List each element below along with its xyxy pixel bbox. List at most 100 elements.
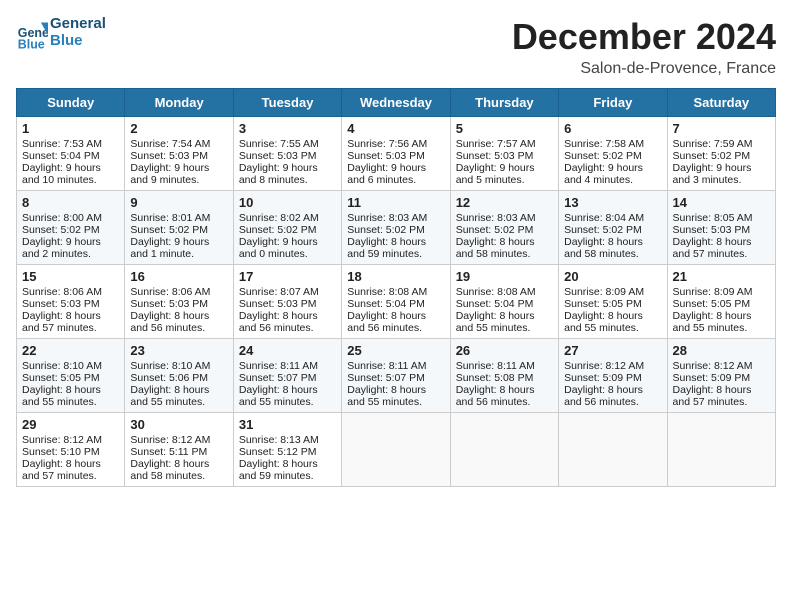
logo-blue: Blue [50,33,106,50]
sunset-text: Sunset: 5:09 PM [564,372,642,384]
daylight-text: Daylight: 8 hours and 58 minutes. [456,236,535,260]
sunset-text: Sunset: 5:03 PM [239,298,317,310]
sunset-text: Sunset: 5:02 PM [22,224,100,236]
day-number: 14 [673,195,770,210]
sunrise-text: Sunrise: 8:12 AM [673,360,753,372]
daylight-text: Daylight: 8 hours and 56 minutes. [239,310,318,334]
day-number: 24 [239,343,336,358]
day-number: 27 [564,343,661,358]
daylight-text: Daylight: 9 hours and 9 minutes. [130,162,209,186]
sunrise-text: Sunrise: 7:56 AM [347,138,427,150]
day-number: 5 [456,121,553,136]
calendar-day-cell: 30Sunrise: 8:12 AMSunset: 5:11 PMDayligh… [125,413,233,487]
sunset-text: Sunset: 5:02 PM [347,224,425,236]
calendar-day-cell: 15Sunrise: 8:06 AMSunset: 5:03 PMDayligh… [17,265,125,339]
sunrise-text: Sunrise: 8:06 AM [130,286,210,298]
daylight-text: Daylight: 8 hours and 58 minutes. [130,458,209,482]
sunrise-text: Sunrise: 7:58 AM [564,138,644,150]
day-number: 17 [239,269,336,284]
calendar-day-cell: 25Sunrise: 8:11 AMSunset: 5:07 PMDayligh… [342,339,450,413]
calendar-day-cell: 14Sunrise: 8:05 AMSunset: 5:03 PMDayligh… [667,191,775,265]
sunrise-text: Sunrise: 8:11 AM [239,360,318,372]
day-number: 9 [130,195,227,210]
sunset-text: Sunset: 5:03 PM [130,298,208,310]
sunset-text: Sunset: 5:05 PM [673,298,751,310]
calendar-table: SundayMondayTuesdayWednesdayThursdayFrid… [16,88,776,487]
calendar-day-cell: 26Sunrise: 8:11 AMSunset: 5:08 PMDayligh… [450,339,558,413]
daylight-text: Daylight: 8 hours and 55 minutes. [673,310,752,334]
calendar-subtitle: Salon-de-Provence, France [512,60,776,78]
sunset-text: Sunset: 5:03 PM [130,150,208,162]
sunset-text: Sunset: 5:03 PM [456,150,534,162]
calendar-day-cell: 12Sunrise: 8:03 AMSunset: 5:02 PMDayligh… [450,191,558,265]
calendar-day-cell: 1Sunrise: 7:53 AMSunset: 5:04 PMDaylight… [17,117,125,191]
calendar-week-row: 1Sunrise: 7:53 AMSunset: 5:04 PMDaylight… [17,117,776,191]
calendar-day-cell: 16Sunrise: 8:06 AMSunset: 5:03 PMDayligh… [125,265,233,339]
day-of-week-header: Friday [559,89,667,117]
calendar-day-cell: 7 Sunrise: 7:59 AMSunset: 5:02 PMDaylight… [667,117,775,191]
sunset-text: Sunset: 5:02 PM [564,150,642,162]
calendar-week-row: 15Sunrise: 8:06 AMSunset: 5:03 PMDayligh… [17,265,776,339]
calendar-day-cell: 6Sunrise: 7:58 AMSunset: 5:02 PMDaylight… [559,117,667,191]
day-number: 8 [22,195,119,210]
calendar-day-cell: 21Sunrise: 8:09 AMSunset: 5:05 PMDayligh… [667,265,775,339]
day-number: 19 [456,269,553,284]
calendar-week-row: 29Sunrise: 8:12 AMSunset: 5:10 PMDayligh… [17,413,776,487]
day-of-week-header: Sunday [17,89,125,117]
calendar-body: 1Sunrise: 7:53 AMSunset: 5:04 PMDaylight… [17,117,776,487]
svg-text:Blue: Blue [18,37,45,51]
sunrise-text: Sunrise: 8:13 AM [239,434,319,446]
sunset-text: Sunset: 5:03 PM [22,298,100,310]
calendar-day-cell: 24 Sunrise: 8:11 AMSunset: 5:07 PMDayligh… [233,339,341,413]
calendar-day-cell: 4Sunrise: 7:56 AMSunset: 5:03 PMDaylight… [342,117,450,191]
day-of-week-header: Monday [125,89,233,117]
calendar-day-cell: 9Sunrise: 8:01 AMSunset: 5:02 PMDaylight… [125,191,233,265]
daylight-text: Daylight: 8 hours and 55 minutes. [239,384,318,408]
day-number: 1 [22,121,119,136]
calendar-title: December 2024 [512,16,776,58]
day-number: 25 [347,343,444,358]
sunrise-text: Sunrise: 7:53 AM [22,138,102,150]
sunrise-text: Sunrise: 8:10 AM [130,360,210,372]
day-number: 12 [456,195,553,210]
calendar-day-cell: 13Sunrise: 8:04 AMSunset: 5:02 PMDayligh… [559,191,667,265]
day-of-week-header: Thursday [450,89,558,117]
sunset-text: Sunset: 5:12 PM [239,446,317,458]
calendar-day-cell [342,413,450,487]
calendar-day-cell: 28Sunrise: 8:12 AMSunset: 5:09 PMDayligh… [667,339,775,413]
day-number: 7 [673,121,770,136]
logo-general: General [50,16,106,33]
daylight-text: Daylight: 9 hours and 3 minutes. [673,162,752,186]
daylight-text: Daylight: 8 hours and 58 minutes. [564,236,643,260]
sunrise-text: Sunrise: 8:08 AM [456,286,536,298]
day-number: 10 [239,195,336,210]
day-of-week-header: Wednesday [342,89,450,117]
sunrise-text: Sunrise: 8:01 AM [130,212,210,224]
day-number: 11 [347,195,444,210]
daylight-text: Daylight: 8 hours and 57 minutes. [22,310,101,334]
sunset-text: Sunset: 5:07 PM [239,372,317,384]
day-number: 30 [130,417,227,432]
daylight-text: Daylight: 8 hours and 55 minutes. [564,310,643,334]
daylight-text: Daylight: 9 hours and 5 minutes. [456,162,535,186]
sunrise-text: Sunrise: 8:11 AM [456,360,535,372]
sunset-text: Sunset: 5:02 PM [673,150,751,162]
sunrise-text: Sunrise: 8:11 AM [347,360,426,372]
day-number: 4 [347,121,444,136]
calendar-day-cell: 31Sunrise: 8:13 AMSunset: 5:12 PMDayligh… [233,413,341,487]
day-number: 18 [347,269,444,284]
sunrise-text: Sunrise: 8:03 AM [456,212,536,224]
sunrise-text: Sunrise: 7:59 AM [673,138,753,150]
sunrise-text: Sunrise: 8:12 AM [130,434,210,446]
logo: General Blue General Blue [16,16,106,49]
sunrise-text: Sunrise: 7:57 AM [456,138,536,150]
calendar-day-cell: 5 Sunrise: 7:57 AMSunset: 5:03 PMDaylight… [450,117,558,191]
sunrise-text: Sunrise: 8:06 AM [22,286,102,298]
day-number: 13 [564,195,661,210]
calendar-day-cell [667,413,775,487]
daylight-text: Daylight: 8 hours and 56 minutes. [347,310,426,334]
calendar-day-cell: 27Sunrise: 8:12 AMSunset: 5:09 PMDayligh… [559,339,667,413]
day-number: 23 [130,343,227,358]
calendar-day-cell [559,413,667,487]
page-header: General Blue General Blue December 2024 … [16,16,776,78]
